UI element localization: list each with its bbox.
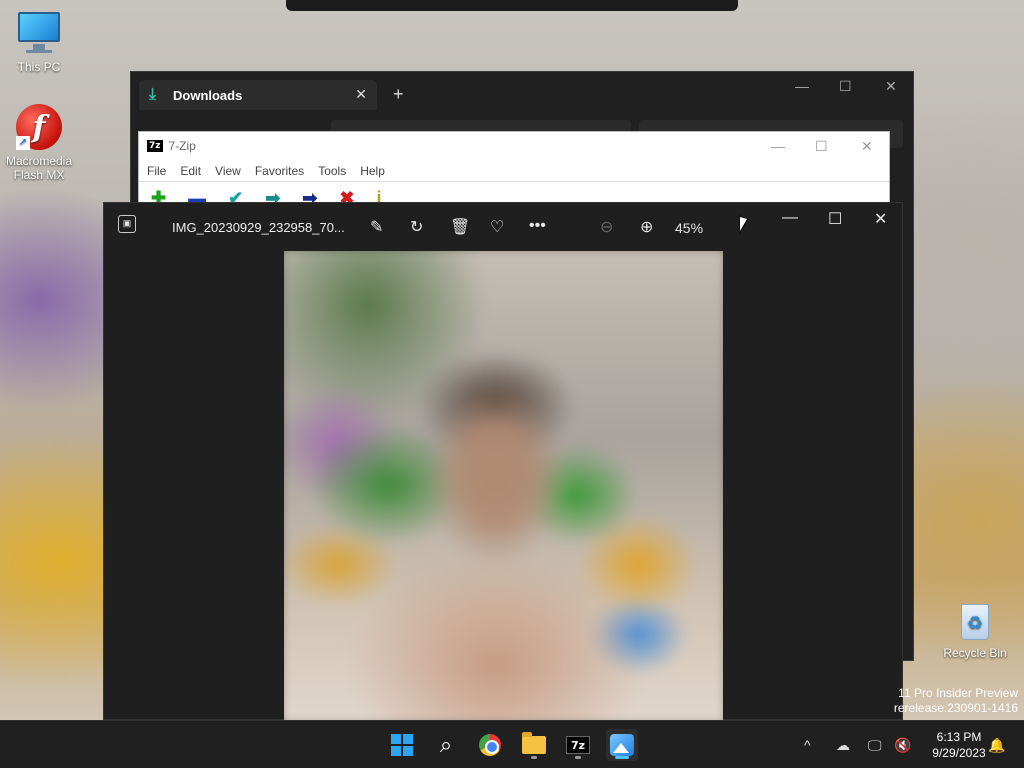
- maximize-button[interactable]: ☐: [815, 138, 828, 155]
- zoom-out-icon[interactable]: ⊖: [600, 217, 613, 237]
- tray-network[interactable]: 🖵: [868, 721, 882, 768]
- photos-viewer-window[interactable]: ▣ IMG_20230929_232958_70... ✎ ↻ 🗑 ♡ ••• …: [103, 202, 903, 721]
- running-indicator: [531, 756, 537, 759]
- tab-downloads[interactable]: ⤓ Downloads ✕: [139, 80, 377, 110]
- start-button[interactable]: [386, 729, 418, 761]
- window-title: 7-Zip: [168, 139, 196, 153]
- tab-close-button[interactable]: ✕: [355, 86, 367, 103]
- tab-label: Downloads: [173, 87, 243, 103]
- close-button[interactable]: ✕: [885, 78, 897, 95]
- network-icon: 🖵: [868, 736, 882, 753]
- sevenzip-window[interactable]: 7z 7-Zip — ☐ ✕ File Edit View Favorites …: [138, 131, 890, 211]
- clock[interactable]: 6:13 PM 9/29/2023: [920, 729, 998, 761]
- desktop-icon-recycle-bin[interactable]: ♻ Recycle Bin: [936, 598, 1014, 660]
- taskbar-file-explorer[interactable]: [518, 729, 550, 761]
- notification-button[interactable]: 🔔: [988, 721, 1005, 768]
- monitor-icon: [16, 10, 62, 56]
- taskbar: ⌕ 7z ^ ☁ 🖵 🔇 6:13 PM 9/29/2023 🔔: [0, 720, 1024, 768]
- recycle-bin-icon: ♻: [955, 598, 995, 642]
- search-button[interactable]: ⌕: [430, 729, 462, 761]
- photo-display: [284, 251, 723, 721]
- new-tab-button[interactable]: +: [393, 84, 404, 105]
- cloud-offline-icon: ☁: [836, 736, 850, 753]
- edit-image-icon[interactable]: ✎: [370, 217, 383, 237]
- menu-file[interactable]: File: [147, 164, 166, 178]
- watermark-line: rerelease.230901-1416: [893, 701, 1018, 715]
- tray-overflow-button[interactable]: ^: [804, 721, 811, 768]
- taskbar-chrome[interactable]: [474, 729, 506, 761]
- windows-watermark: 11 Pro Insider Preview rerelease.230901-…: [894, 686, 1018, 716]
- zoom-in-icon[interactable]: ⊕: [640, 217, 653, 237]
- shortcut-arrow-icon: ↗: [16, 136, 30, 150]
- photos-icon: [610, 734, 634, 756]
- sevenzip-icon: 7z: [566, 736, 590, 754]
- desktop-icon-label: Recycle Bin: [943, 646, 1007, 660]
- download-icon: ⤓: [149, 86, 157, 103]
- gallery-icon[interactable]: ▣: [118, 215, 136, 233]
- search-icon: ⌕: [439, 732, 453, 757]
- chevron-up-icon: ^: [804, 737, 811, 753]
- menu-edit[interactable]: Edit: [180, 164, 201, 178]
- sevenzip-logo-icon: 7z: [147, 140, 163, 152]
- watermark-line: 11 Pro Insider Preview: [898, 686, 1018, 700]
- maximize-button[interactable]: ☐: [828, 209, 842, 229]
- windows-logo-icon: [391, 734, 413, 756]
- taskbar-7zip[interactable]: 7z: [562, 729, 594, 761]
- bell-icon: 🔔: [988, 736, 1006, 753]
- zoom-level[interactable]: 45%: [675, 220, 703, 236]
- close-button[interactable]: ✕: [861, 138, 873, 155]
- menu-favorites[interactable]: Favorites: [255, 164, 304, 178]
- desktop-icon-flash-mx[interactable]: f ↗ Macromedia Flash MX: [0, 104, 78, 182]
- minimize-button[interactable]: —: [771, 138, 785, 154]
- rotate-icon[interactable]: ↻: [410, 217, 423, 237]
- volume-muted-icon: 🔇: [894, 736, 912, 753]
- blurred-photo: [284, 251, 723, 721]
- minimize-button[interactable]: —: [782, 209, 798, 227]
- minimize-button[interactable]: —: [795, 78, 809, 94]
- active-indicator: [615, 756, 629, 759]
- clock-date: 9/29/2023: [932, 746, 986, 760]
- desktop-icon-label: This PC: [17, 60, 61, 74]
- top-bar-remnant: [286, 0, 738, 11]
- favorite-heart-icon[interactable]: ♡: [490, 217, 504, 237]
- delete-icon[interactable]: 🗑: [450, 217, 470, 237]
- photos-toolbar: ▣ IMG_20230929_232958_70... ✎ ↻ 🗑 ♡ ••• …: [104, 203, 902, 251]
- flash-icon: f ↗: [16, 104, 62, 150]
- menu-help[interactable]: Help: [360, 164, 385, 178]
- maximize-button[interactable]: ☐: [839, 78, 852, 95]
- running-indicator: [575, 756, 581, 759]
- menu-view[interactable]: View: [215, 164, 241, 178]
- clock-time: 6:13 PM: [936, 730, 982, 744]
- tray-volume[interactable]: 🔇: [894, 721, 911, 768]
- chrome-icon: [479, 734, 501, 756]
- desktop-icon-label: Macromedia Flash MX: [5, 154, 73, 182]
- menu-bar: File Edit View Favorites Tools Help: [139, 160, 889, 182]
- tray-onedrive[interactable]: ☁: [836, 721, 850, 768]
- menu-tools[interactable]: Tools: [318, 164, 346, 178]
- mouse-cursor-fill: [740, 217, 747, 231]
- taskbar-photos[interactable]: [606, 729, 638, 761]
- folder-icon: [522, 732, 546, 754]
- more-options-icon[interactable]: •••: [529, 217, 546, 235]
- file-name: IMG_20230929_232958_70...: [172, 220, 345, 235]
- desktop-icon-this-pc[interactable]: This PC: [0, 10, 78, 74]
- close-button[interactable]: ✕: [874, 209, 887, 229]
